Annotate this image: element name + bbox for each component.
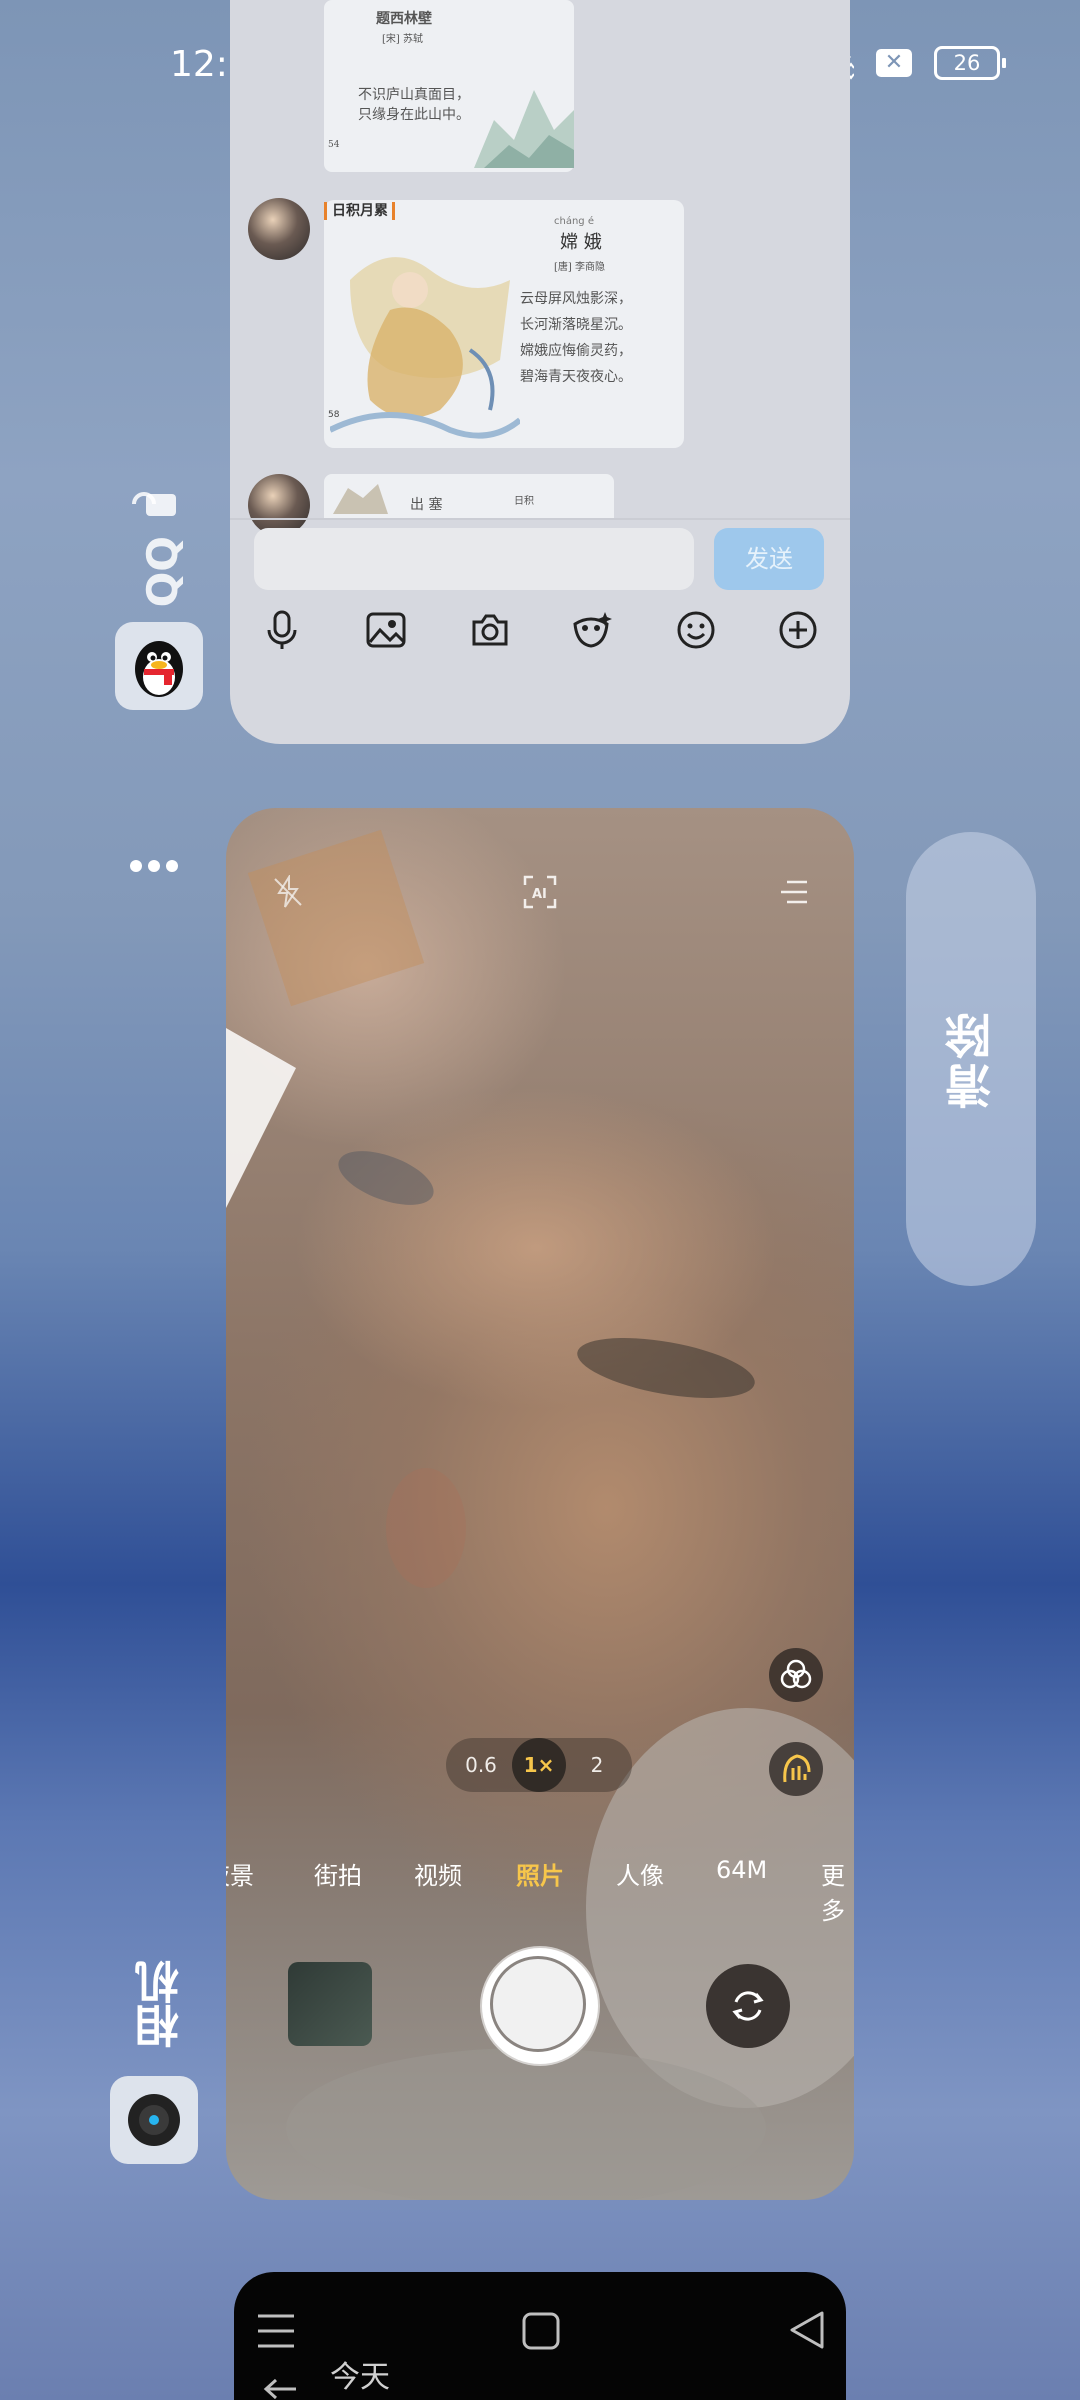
chat-image-poem-main[interactable]: 日积月累 cháng é 嫦 娥 [唐] 李商隐 云母屏风烛影深， 长河渐落晓星… [324, 200, 684, 448]
landscape-illustration [474, 90, 574, 168]
poem-bottom-side: 日积 [514, 496, 534, 507]
send-button[interactable]: 发送 [714, 528, 824, 590]
qq-app-label: QQ [138, 536, 187, 608]
camera-icon[interactable] [468, 608, 512, 652]
poem-main-title: 嫦 娥 [560, 232, 602, 253]
poem-top-author: [宋] 苏轼 [382, 34, 423, 45]
sender-avatar-2[interactable] [248, 474, 310, 536]
sender-avatar[interactable] [248, 198, 310, 260]
clear-all-label: 清除 [944, 1009, 998, 1109]
qq-app-icon[interactable] [115, 622, 203, 710]
change-illustration [330, 257, 520, 439]
mode-portrait[interactable]: 人像 [616, 1856, 664, 1891]
ai-scene-icon[interactable]: AI [520, 872, 560, 912]
poem-main-page: 58 [328, 410, 340, 420]
chat-image-poem-top[interactable]: 题西林壁 [宋] 苏轼 不识庐山真面目， 只缘身在此山中。 54 [324, 0, 574, 172]
poem-main-line-4: 碧海青天夜夜心。 [520, 369, 632, 385]
zoom-option-0-6[interactable]: 0.6 [456, 1738, 506, 1792]
flash-off-icon[interactable] [268, 872, 308, 912]
zoom-option-1x[interactable]: 1× [512, 1738, 566, 1792]
plus-icon[interactable] [776, 608, 820, 652]
switch-camera-icon[interactable] [706, 1964, 790, 2048]
beauty-icon[interactable] [769, 1742, 823, 1796]
mode-more[interactable]: 更多 [821, 1856, 854, 1926]
qq-lock-icon [132, 484, 178, 522]
mode-64m[interactable]: 64M [716, 1856, 767, 1884]
no-sim-icon: ✕ [876, 49, 912, 77]
back-arrow-icon[interactable] [262, 2378, 298, 2400]
image-icon[interactable] [364, 608, 408, 652]
poem-top-page: 54 [328, 140, 340, 150]
zoom-option-2[interactable]: 2 [572, 1738, 622, 1792]
battery-indicator: 26 [934, 46, 1006, 80]
emoji-icon[interactable] [674, 608, 718, 652]
message-tag: 日积月累 [332, 203, 388, 219]
home-icon[interactable] [522, 2312, 560, 2350]
mode-night[interactable]: 夜景 [226, 1856, 254, 1891]
poem-top-line-2: 只缘身在此山中。 [358, 107, 470, 123]
magic-icon[interactable] [570, 608, 614, 652]
svg-text:AI: AI [532, 887, 547, 902]
mode-video[interactable]: 视频 [414, 1856, 462, 1891]
camera-recent-card[interactable]: AI 0.6 1× 2 夜景 街拍 视频 照片 人像 64M 更多 [226, 808, 854, 2200]
zoom-selector: 0.6 1× 2 [446, 1738, 632, 1792]
poem-top-line-1: 不识庐山真面目， [358, 87, 470, 103]
camera-mode-bar: 夜景 街拍 视频 照片 人像 64M 更多 [226, 1856, 854, 1925]
gallery-thumbnail[interactable] [288, 1962, 372, 2046]
poem-main-line-2: 长河渐落晓星沉。 [520, 317, 632, 333]
chat-image-poem-bottom[interactable]: 出 塞 日积 [324, 474, 614, 518]
poem-main-author: [唐] 李商隐 [554, 262, 605, 273]
mic-icon[interactable] [260, 608, 304, 652]
menu-icon[interactable] [774, 872, 814, 912]
message-input[interactable] [254, 528, 694, 590]
mode-street[interactable]: 街拍 [314, 1856, 362, 1891]
shutter-button[interactable] [482, 1948, 598, 2064]
more-options-icon[interactable] [128, 858, 180, 878]
mode-photo[interactable]: 照片 [516, 1856, 564, 1891]
poem-bottom-title: 出 塞 [410, 497, 443, 513]
poem-main-line-3: 嫦娥应悔偷灵药， [520, 343, 632, 359]
camera-app-icon[interactable] [110, 2076, 198, 2164]
poem-main-line-1: 云母屏风烛影深， [520, 291, 632, 307]
camera-lens-icon [128, 2094, 180, 2146]
navigation-bar [234, 2272, 846, 2400]
back-icon[interactable] [788, 2310, 826, 2350]
recents-menu-icon[interactable] [256, 2312, 296, 2350]
today-label: 今天 [330, 2360, 390, 2395]
clear-all-button[interactable]: 清除 [906, 832, 1036, 1286]
filter-icon[interactable] [769, 1648, 823, 1702]
camera-app-label: 相机 [136, 1960, 187, 2048]
qq-recent-card[interactable]: 题西林壁 [宋] 苏轼 不识庐山真面目， 只缘身在此山中。 54 日积月累 ch… [230, 0, 850, 744]
poem-main-pinyin: cháng é [554, 216, 594, 227]
poem-top-title: 题西林壁 [376, 11, 432, 27]
qq-penguin-icon [135, 641, 183, 697]
